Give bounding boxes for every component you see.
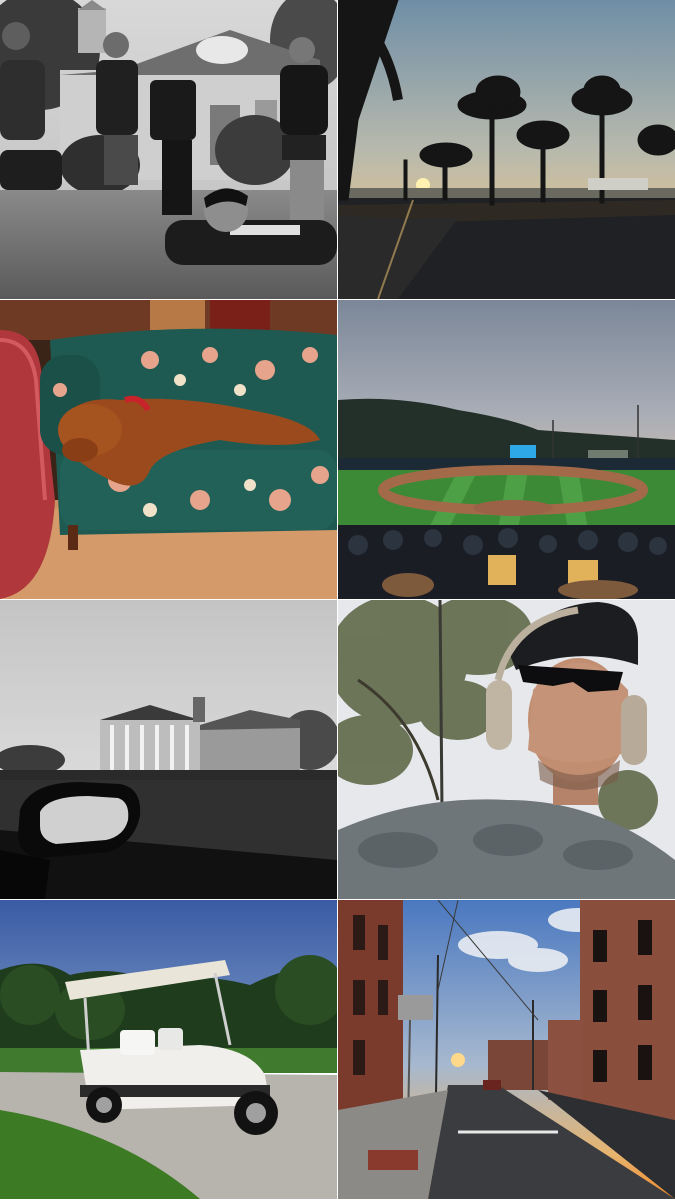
- photo-mansion-mirror: [0, 600, 337, 899]
- photo-dog-sofa: [0, 300, 337, 599]
- photo-brick-street: [338, 900, 675, 1199]
- photo-golf-cart: [0, 900, 337, 1199]
- photo-collage: [0, 0, 675, 1200]
- photo-baseball-game: [338, 300, 675, 599]
- photo-headphones-selfie: [338, 600, 675, 899]
- photo-film-crew: [0, 0, 337, 299]
- photo-palm-sunset: [338, 0, 675, 299]
